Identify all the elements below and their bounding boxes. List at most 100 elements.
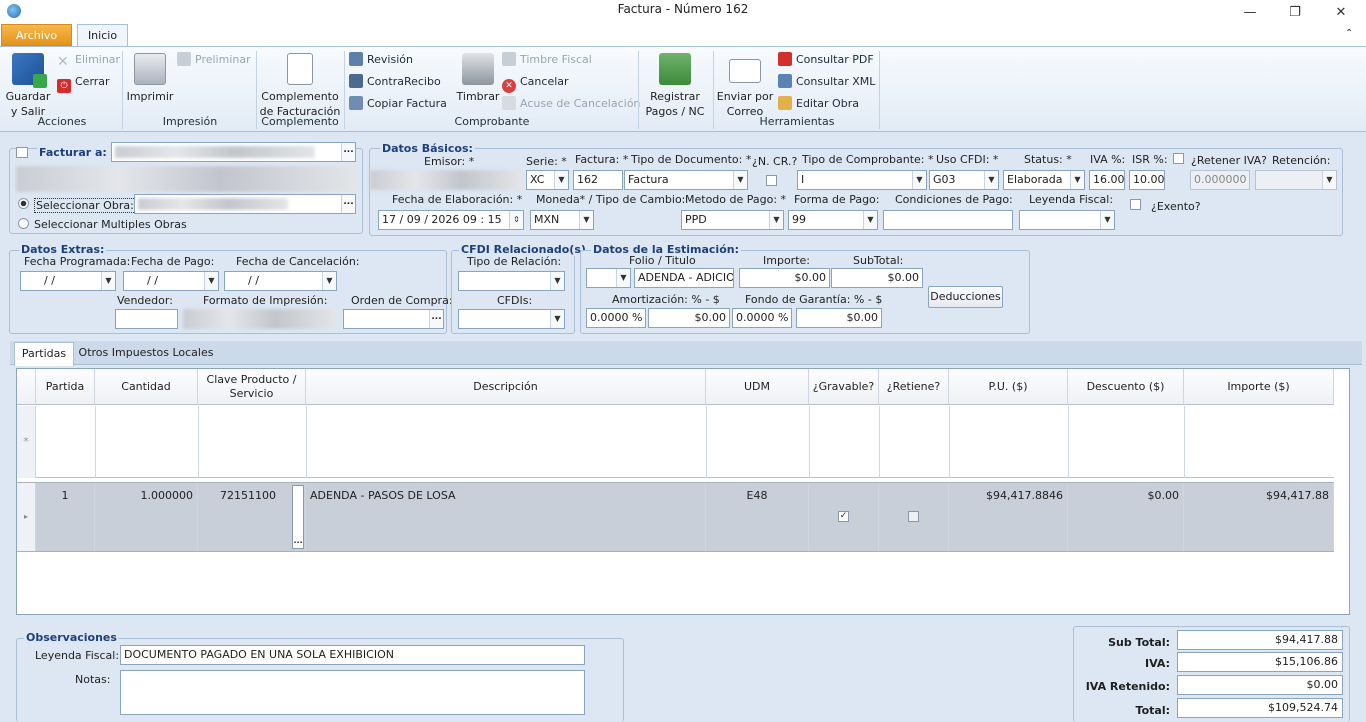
cell-partida[interactable]: 1 (36, 483, 95, 551)
ellipsis-icon[interactable]: ... (341, 195, 355, 213)
complemento-button[interactable]: Complemento de Facturación (258, 53, 342, 119)
amortizacion-pct-field[interactable]: 0.0000 % (586, 308, 646, 328)
fecha-programada-field[interactable]: / / ▼ (20, 271, 116, 291)
status-select[interactable]: Elaborada ▼ (1003, 170, 1085, 190)
preliminar-button[interactable]: Preliminar (177, 51, 251, 69)
cliente-field[interactable]: ... (111, 142, 356, 162)
seleccionar-obra-radio[interactable] (18, 198, 29, 209)
chevron-down-icon[interactable]: ▼ (616, 269, 630, 287)
tipo-relacion-select[interactable]: ▼ (458, 271, 565, 291)
collapse-ribbon-icon[interactable]: ⌃ (1345, 28, 1353, 39)
col-descripcion[interactable]: Descripción (306, 369, 706, 405)
eliminar-button[interactable]: ✕ Eliminar (57, 51, 120, 69)
ellipsis-icon[interactable]: ... (341, 143, 355, 161)
restore-button[interactable]: ❐ (1275, 2, 1315, 24)
cfdis-select[interactable]: ▼ (458, 309, 565, 329)
chevron-down-icon[interactable]: ▼ (984, 171, 998, 189)
chevron-down-icon[interactable]: ▼ (579, 211, 593, 229)
iva-field[interactable]: 16.00 (1089, 170, 1125, 190)
timbrar-button[interactable]: Timbrar (456, 53, 500, 104)
forma-pago-select[interactable]: 99 ▼ (788, 210, 878, 230)
fondo-pct-field[interactable]: 0.0000 % (732, 308, 792, 328)
clave-lookup-button[interactable]: ... (292, 485, 304, 549)
retener-iva-field[interactable]: 0.000000 (1190, 170, 1250, 190)
retiene-checkbox[interactable] (908, 511, 919, 522)
cell-clave[interactable]: 72151100 (198, 483, 306, 551)
spin-icon[interactable]: ⇕ (509, 211, 523, 229)
chevron-down-icon[interactable]: ▼ (1100, 211, 1114, 229)
multiples-obras-radio[interactable] (18, 218, 29, 229)
row-selector-icon[interactable]: ▸ (17, 483, 36, 551)
folio-select[interactable]: ▼ (586, 268, 631, 288)
uso-cfdi-select[interactable]: G03 ▼ (929, 170, 999, 190)
new-row[interactable]: * (17, 406, 1334, 478)
enviar-correo-button[interactable]: Enviar por Correo (716, 53, 774, 119)
col-gravable[interactable]: ¿Gravable? (809, 369, 879, 405)
chevron-down-icon[interactable]: ▼ (1322, 171, 1336, 189)
ncr-checkbox[interactable] (766, 175, 777, 186)
cell-retiene[interactable] (879, 483, 949, 551)
gravable-checkbox[interactable]: ✓ (838, 511, 849, 522)
chevron-down-icon[interactable]: ▼ (1070, 171, 1084, 189)
col-cantidad[interactable]: Cantidad (95, 369, 198, 405)
chevron-down-icon[interactable]: ▼ (769, 211, 783, 229)
tab-archivo[interactable]: Archivo (1, 24, 72, 46)
acuse-cancelacion-button[interactable]: Acuse de Cancelación (502, 95, 640, 113)
fecha-pago-field[interactable]: / / ▼ (123, 271, 219, 291)
chevron-down-icon[interactable]: ▼ (550, 272, 564, 290)
consultar-xml-button[interactable]: Consultar XML (778, 73, 875, 91)
chevron-down-icon[interactable]: ▼ (863, 211, 877, 229)
emisor-field[interactable] (370, 170, 522, 190)
col-pu[interactable]: P.U. ($) (949, 369, 1068, 405)
chevron-down-icon[interactable]: ▼ (101, 272, 115, 290)
cell-udm[interactable]: E48 (706, 483, 809, 551)
cell-cantidad[interactable]: 1.000000 (95, 483, 198, 551)
fecha-elaboracion-field[interactable]: 17 / 09 / 2026 09 : 15 ⇕ (378, 210, 524, 230)
contrarecibo-button[interactable]: ContraRecibo (349, 73, 441, 91)
col-partida[interactable]: Partida (36, 369, 95, 405)
consultar-pdf-button[interactable]: Consultar PDF (778, 51, 874, 69)
moneda-select[interactable]: MXN ▼ (530, 210, 594, 230)
editar-obra-button[interactable]: Editar Obra (778, 95, 859, 113)
subtotal-est-field[interactable]: $0.00 (831, 268, 923, 288)
titulo-field[interactable]: ADENDA - ADICION (634, 268, 734, 288)
col-descuento[interactable]: Descuento ($) (1068, 369, 1184, 405)
chevron-down-icon[interactable]: ▼ (912, 171, 926, 189)
fondo-val-field[interactable]: $0.00 (796, 308, 882, 328)
deducciones-button[interactable]: Deducciones (928, 286, 1003, 308)
col-clave[interactable]: Clave Producto / Servicio (198, 369, 306, 405)
col-importe[interactable]: Importe ($) (1184, 369, 1334, 405)
tab-otros-impuestos[interactable]: Otros Impuestos Locales (76, 342, 216, 364)
isr-field[interactable]: 10.00 (1129, 170, 1165, 190)
ellipsis-icon[interactable]: ... (429, 310, 443, 328)
amortizacion-val-field[interactable]: $0.00 (648, 308, 730, 328)
retencion-select[interactable]: ▼ (1255, 170, 1337, 190)
cerrar-button[interactable]: ⏻ Cerrar (57, 73, 110, 93)
cell-pu[interactable]: $94,417.8846 (949, 483, 1068, 551)
retener-iva-checkbox[interactable] (1173, 153, 1184, 164)
factura-field[interactable]: 162 (573, 170, 623, 190)
guardar-salir-button[interactable]: Guardar y Salir (4, 53, 52, 119)
tipo-documento-select[interactable]: Factura ▼ (624, 170, 748, 190)
chevron-down-icon[interactable]: ▼ (204, 272, 218, 290)
table-row[interactable]: ▸ 1 1.000000 72151100 ... ADENDA - PASOS… (17, 482, 1334, 552)
serie-select[interactable]: XC ▼ (526, 170, 569, 190)
timbre-fiscal-button[interactable]: Timbre Fiscal (502, 51, 592, 69)
cancelar-button[interactable]: ✕ Cancelar (502, 73, 569, 93)
tab-partidas[interactable]: Partidas (14, 342, 74, 366)
obra-field[interactable]: ... (134, 194, 356, 214)
close-button[interactable]: ✕ (1321, 2, 1361, 24)
cell-importe[interactable]: $94,417.88 (1184, 483, 1334, 551)
chevron-down-icon[interactable]: ▼ (322, 272, 336, 290)
cell-descuento[interactable]: $0.00 (1068, 483, 1184, 551)
fecha-cancelacion-field[interactable]: / / ▼ (224, 271, 337, 291)
chevron-down-icon[interactable]: ▼ (554, 171, 568, 189)
condiciones-field[interactable] (883, 210, 1013, 230)
copiar-factura-button[interactable]: Copiar Factura (349, 95, 447, 113)
metodo-pago-select[interactable]: PPD ▼ (681, 210, 784, 230)
revision-button[interactable]: Revisión (349, 51, 413, 69)
exento-checkbox[interactable] (1130, 199, 1141, 210)
cell-descripcion[interactable]: ADENDA - PASOS DE LOSA (306, 483, 706, 551)
orden-compra-field[interactable]: ... (343, 309, 444, 329)
leyenda-fiscal-select[interactable]: ▼ (1019, 210, 1115, 230)
